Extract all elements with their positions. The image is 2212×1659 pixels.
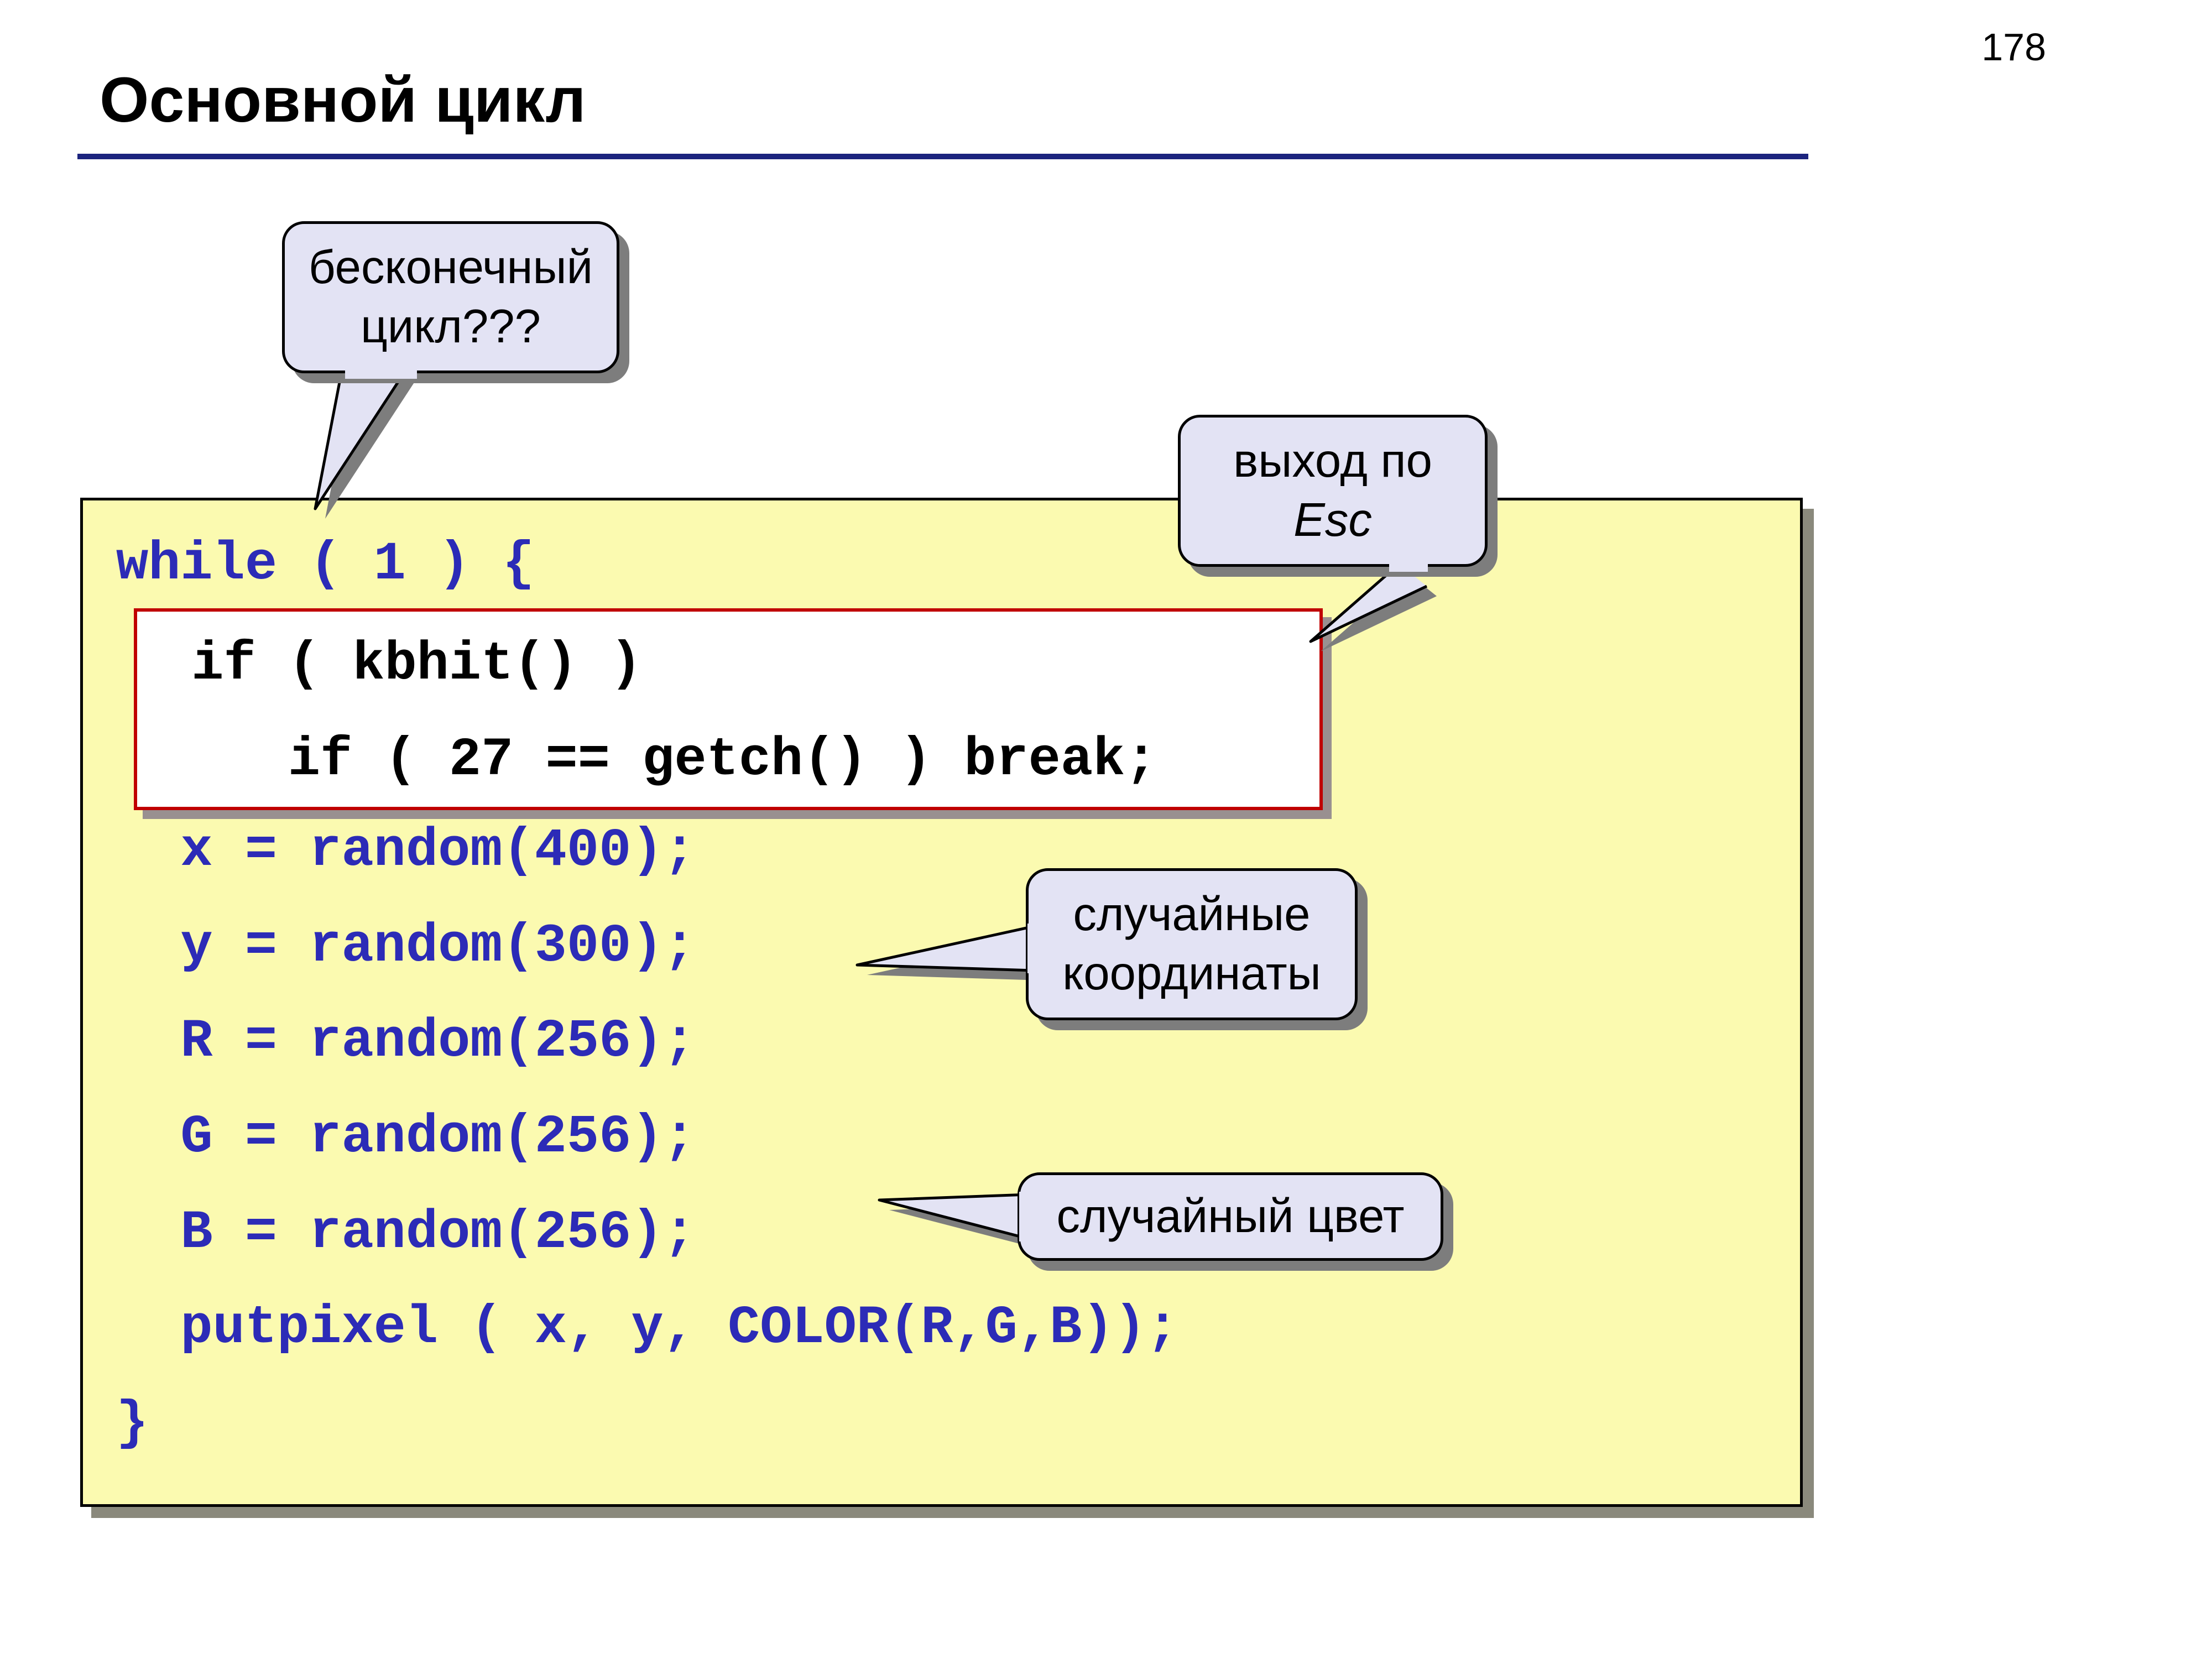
callout-random-coords: случайные координаты <box>1026 868 1358 1020</box>
callout-random-color: случайный цвет <box>1018 1172 1443 1261</box>
highlight-code: if ( kbhit() ) if ( 27 == getch() ) brea… <box>159 617 1157 808</box>
callout-line: Esc <box>1293 491 1372 550</box>
callout-line: бесконечный <box>309 238 593 297</box>
callout-tail-esc <box>1294 564 1449 653</box>
page-title: Основной цикл <box>100 64 586 137</box>
callout-line: случайный цвет <box>1056 1187 1404 1246</box>
tail-mask <box>345 369 417 379</box>
callout-esc-exit: выход по Esc <box>1178 415 1488 567</box>
tail-mask <box>1019 1192 1029 1241</box>
page-number: 178 <box>1981 25 2046 69</box>
callout-line: выход по <box>1233 432 1432 491</box>
highlight-box: if ( kbhit() ) if ( 27 == getch() ) brea… <box>134 608 1323 810</box>
callout-tail-infinite <box>276 365 420 520</box>
callout-line: случайные <box>1073 885 1311 944</box>
callout-infinite-loop: бесконечный цикл??? <box>282 221 619 373</box>
callout-tail-coords <box>857 915 1045 993</box>
callout-tail-color <box>879 1178 1040 1255</box>
callout-line: координаты <box>1062 945 1321 1003</box>
tail-mask <box>1389 562 1428 572</box>
tail-mask <box>1027 924 1037 973</box>
callout-line: цикл??? <box>361 298 541 356</box>
heading-rule <box>77 154 1808 159</box>
slide: 178 Основной цикл while ( 1 ) { x = rand… <box>0 0 2212 1659</box>
